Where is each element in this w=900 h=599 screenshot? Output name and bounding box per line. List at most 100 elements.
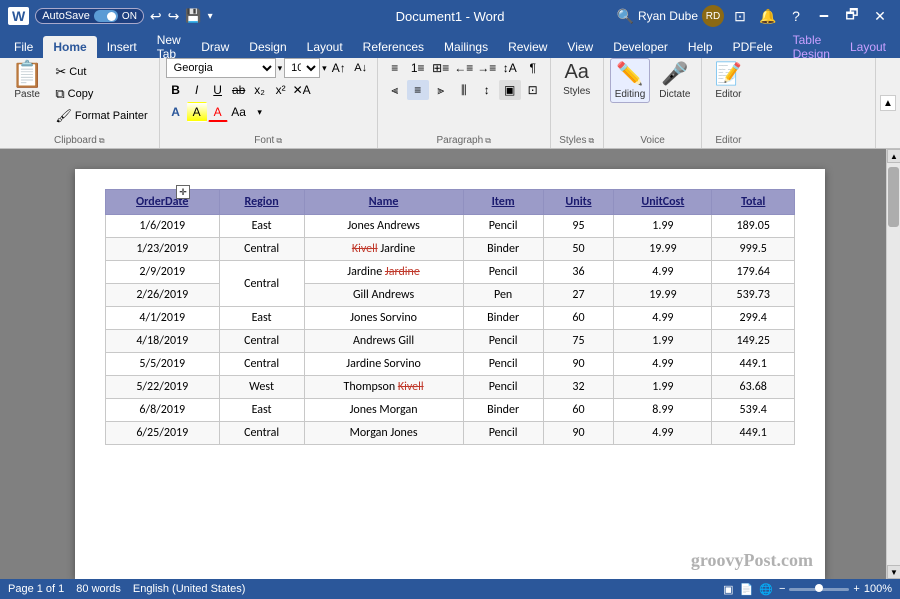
tab-newtab[interactable]: New Tab: [147, 36, 192, 58]
help-button[interactable]: ?: [784, 4, 808, 28]
status-left: Page 1 of 1 80 words English (United Sta…: [8, 583, 245, 595]
align-right-button[interactable]: ⫸: [430, 80, 452, 100]
scroll-thumb[interactable]: [888, 167, 899, 227]
customize-qat-icon[interactable]: ▾: [208, 11, 213, 22]
font-name-select[interactable]: Georgia: [166, 58, 276, 78]
tab-home[interactable]: Home: [43, 36, 96, 58]
numbered-list-button[interactable]: 1≡: [407, 58, 429, 78]
tab-mailings[interactable]: Mailings: [434, 36, 498, 58]
clear-format-button[interactable]: ✕A: [292, 80, 312, 100]
copy-button[interactable]: ⧉ Copy: [50, 84, 152, 104]
bullets-button[interactable]: ≡: [384, 58, 406, 78]
scroll-up-button[interactable]: ▲: [887, 149, 900, 163]
ribbon-display-options-button[interactable]: ⊡: [728, 4, 752, 28]
styles-button[interactable]: Aa Styles: [557, 58, 597, 100]
tab-file[interactable]: File: [4, 36, 43, 58]
autosave-badge[interactable]: AutoSave ON: [35, 8, 144, 24]
quick-save-icon[interactable]: 💾: [185, 8, 201, 24]
increase-font-size-button[interactable]: A↑: [329, 58, 349, 78]
font-color-dropdown[interactable]: ▾: [250, 102, 270, 122]
cell-total: 539.4: [712, 399, 795, 422]
show-formatting-button[interactable]: ¶: [522, 58, 544, 78]
shading-button[interactable]: ▣: [499, 80, 521, 100]
cell-date: 1/6/2019: [106, 215, 220, 238]
strikethrough-button[interactable]: ab: [229, 80, 249, 100]
web-layout-icon[interactable]: 🌐: [759, 583, 773, 596]
scroll-track[interactable]: [887, 163, 900, 565]
align-center-button[interactable]: ≡: [407, 80, 429, 100]
paragraph-expand-icon[interactable]: ⧉: [485, 136, 491, 146]
scroll-down-button[interactable]: ▼: [887, 565, 900, 579]
ribbon-collapse-button[interactable]: ▲: [880, 95, 896, 111]
clipboard-expand-icon[interactable]: ⧉: [99, 136, 105, 146]
tab-layout[interactable]: Layout: [297, 36, 353, 58]
styles-expand-icon[interactable]: ⧉: [588, 136, 594, 146]
strikethrough-text: Kivell: [352, 242, 378, 256]
search-icon[interactable]: 🔍: [617, 8, 634, 25]
tab-review[interactable]: Review: [498, 36, 557, 58]
tab-developer[interactable]: Developer: [603, 36, 678, 58]
tab-references[interactable]: References: [353, 36, 434, 58]
table-row: 1/6/2019 East Jones Andrews Pencil 95 1.…: [106, 215, 795, 238]
zoom-slider[interactable]: [789, 588, 849, 591]
borders-button[interactable]: ⊡: [522, 80, 544, 100]
tab-layout2[interactable]: Layout: [840, 36, 896, 58]
cell-item: Pencil: [463, 215, 543, 238]
line-spacing-button[interactable]: ↕: [476, 80, 498, 100]
change-case-button[interactable]: Aa: [229, 102, 249, 122]
zoom-in-button[interactable]: +: [853, 583, 859, 595]
highlight-color-button[interactable]: A: [187, 102, 207, 122]
bold-button[interactable]: B: [166, 80, 186, 100]
editing-button[interactable]: ✏️ Editing: [610, 58, 651, 103]
tab-pdfele[interactable]: PDFele: [723, 36, 783, 58]
table-row: 6/25/2019 Central Morgan Jones Pencil 90…: [106, 422, 795, 445]
tab-view[interactable]: View: [557, 36, 603, 58]
align-left-button[interactable]: ⫷: [384, 80, 406, 100]
autosave-toggle[interactable]: [94, 10, 118, 22]
voice-group: ✏️ Editing 🎤 Dictate Voice: [604, 58, 703, 148]
cell-name: Kivell Jardine: [304, 238, 463, 261]
subscript-button[interactable]: x₂: [250, 80, 270, 100]
text-effects-button[interactable]: A: [166, 102, 186, 122]
cell-region: Central: [219, 330, 304, 353]
font-name-row: Georgia ▾ 10 ▾ A↑ A↓: [166, 58, 371, 78]
close-button[interactable]: ✕: [868, 4, 892, 28]
tab-design[interactable]: Design: [239, 36, 296, 58]
increase-indent-button[interactable]: →≡: [476, 58, 498, 78]
notifications-button[interactable]: 🔔: [756, 4, 780, 28]
paste-button[interactable]: 📋 Paste: [6, 58, 48, 103]
sort-button[interactable]: ↕A: [499, 58, 521, 78]
minimize-button[interactable]: 🗕: [812, 4, 836, 28]
decrease-font-size-button[interactable]: A↓: [351, 58, 371, 78]
paragraph-content: ≡ 1≡ ⊞≡ ←≡ →≡ ↕A ¶ ⫷ ≡ ⫸ ⫼: [384, 58, 544, 134]
tab-draw[interactable]: Draw: [191, 36, 239, 58]
decrease-indent-button[interactable]: ←≡: [453, 58, 475, 78]
restore-button[interactable]: 🗗: [840, 4, 864, 28]
font-name-dropdown-icon[interactable]: ▾: [278, 63, 283, 74]
editor-button[interactable]: 📝 Editor: [708, 58, 748, 103]
font-size-dropdown-icon[interactable]: ▾: [322, 63, 327, 74]
undo-icon[interactable]: ↩: [150, 8, 162, 25]
dictate-button[interactable]: 🎤 Dictate: [654, 58, 695, 103]
redo-icon[interactable]: ↪: [168, 8, 180, 25]
justify-button[interactable]: ⫼: [453, 80, 475, 100]
underline-button[interactable]: U: [208, 80, 228, 100]
watermark: groovyPost.com: [691, 550, 813, 571]
superscript-button[interactable]: x²: [271, 80, 291, 100]
focus-mode-icon[interactable]: ▣: [723, 583, 733, 596]
tab-table-design[interactable]: Table Design: [783, 36, 840, 58]
font-expand-icon[interactable]: ⧉: [276, 136, 282, 146]
zoom-level: 100%: [864, 583, 892, 595]
italic-button[interactable]: I: [187, 80, 207, 100]
cut-button[interactable]: ✂ Cut: [50, 62, 152, 82]
multilevel-list-button[interactable]: ⊞≡: [430, 58, 452, 78]
font-size-select[interactable]: 10: [284, 58, 320, 78]
format-painter-button[interactable]: 🖌 Format Painter: [50, 106, 152, 126]
tab-help[interactable]: Help: [678, 36, 723, 58]
table-move-handle[interactable]: ✛: [176, 185, 190, 199]
paste-icon: 📋: [11, 61, 43, 87]
tab-insert[interactable]: Insert: [97, 36, 147, 58]
print-layout-icon[interactable]: 📄: [740, 583, 754, 596]
zoom-out-button[interactable]: −: [779, 583, 785, 595]
font-color-button[interactable]: A: [208, 102, 228, 122]
